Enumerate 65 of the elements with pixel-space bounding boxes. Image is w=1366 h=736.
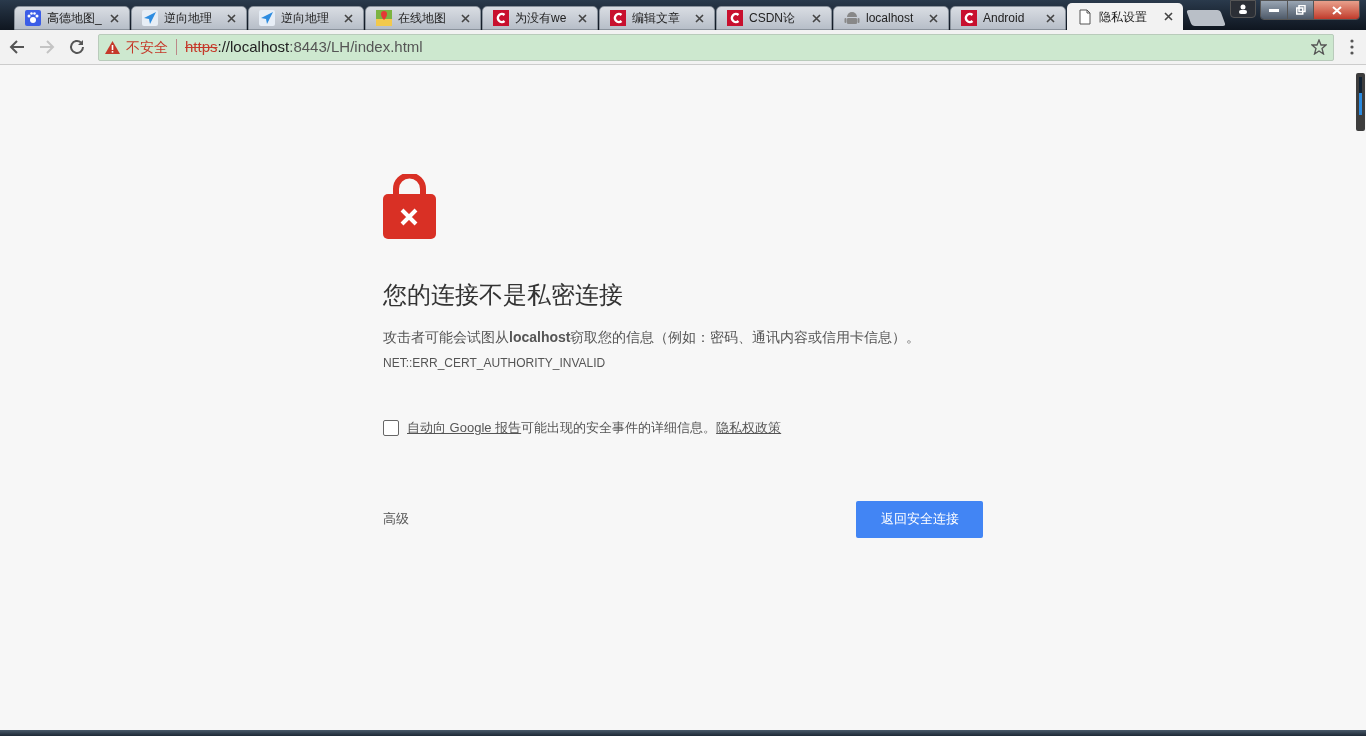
tab-title: localhost — [866, 10, 915, 27]
close-tab-icon[interactable] — [1164, 12, 1173, 21]
star-icon[interactable] — [1311, 39, 1327, 55]
browser-tab[interactable]: 隐私设置 — [1067, 3, 1183, 30]
arrow-icon — [259, 10, 275, 26]
tab-title: 隐私设置 — [1099, 8, 1148, 26]
minimize-button[interactable] — [1261, 1, 1287, 19]
report-checkbox[interactable] — [383, 419, 399, 436]
close-tab-icon[interactable] — [110, 13, 119, 23]
tab-title: 编辑文章 — [632, 10, 681, 27]
page-icon — [1077, 8, 1093, 25]
browser-tab[interactable]: Android — [950, 6, 1066, 30]
paw-icon — [25, 10, 41, 26]
close-tab-icon[interactable] — [227, 13, 236, 23]
close-icon — [1331, 5, 1342, 15]
tab-title: CSDN论 — [749, 10, 796, 27]
warning-icon — [105, 40, 120, 54]
browser-tab[interactable]: 在线地图 — [365, 6, 481, 30]
profile-button[interactable] — [1230, 0, 1256, 18]
close-tab-icon[interactable] — [929, 13, 938, 23]
new-tab-button[interactable] — [1186, 10, 1226, 26]
restore-icon — [1295, 5, 1306, 15]
error-message: 攻击者可能会试图从localhost窃取您的信息（例如：密码、通讯内容或信用卡信息）。 — [383, 328, 922, 347]
browser-tab[interactable]: 逆向地理 — [131, 6, 247, 30]
back-to-safety-button[interactable]: 返回安全连接 — [856, 500, 983, 538]
privacy-policy-link[interactable]: 隐私权政策 — [716, 418, 782, 438]
tab-title: 为没有we — [515, 10, 568, 27]
lock-error-icon — [383, 174, 436, 239]
address-bar[interactable]: 不安全 https://localhost:8443/LH/index.html — [98, 33, 1334, 61]
person-icon — [1238, 4, 1248, 14]
robot-icon — [844, 10, 860, 26]
security-label[interactable]: 不安全 — [126, 36, 168, 58]
c-logo-icon — [610, 10, 626, 26]
close-tab-icon[interactable] — [1046, 13, 1055, 23]
c-logo-icon — [493, 10, 509, 26]
browser-tab[interactable]: 高德地图_ — [14, 6, 130, 30]
close-tab-icon[interactable] — [344, 13, 353, 23]
browser-tab[interactable]: 逆向地理 — [248, 6, 364, 30]
map-icon — [376, 10, 392, 26]
report-text: 可能出现的安全事件的详细信息。 — [521, 419, 717, 437]
c-logo-icon — [727, 10, 743, 26]
restore-button[interactable] — [1287, 1, 1313, 19]
close-button[interactable] — [1313, 1, 1359, 19]
close-tab-icon[interactable] — [812, 13, 821, 23]
tab-title: 逆向地理 — [281, 10, 330, 27]
error-heading: 您的连接不是私密连接 — [383, 280, 624, 310]
tab-title: 高德地图_ — [47, 10, 103, 27]
close-tab-icon[interactable] — [578, 13, 587, 23]
advanced-link[interactable]: 高级 — [383, 509, 409, 529]
report-link[interactable]: 自动向 Google 报告 — [407, 418, 522, 438]
c-logo-icon — [961, 10, 977, 26]
browser-tab[interactable]: 为没有we — [482, 6, 598, 30]
minimize-icon — [1269, 8, 1279, 12]
browser-tab[interactable]: localhost — [833, 6, 949, 30]
tab-title: 逆向地理 — [164, 10, 213, 27]
meter-widget-icon — [1356, 73, 1365, 131]
url-text: https://localhost:8443/LH/index.html — [185, 36, 423, 57]
close-tab-icon[interactable] — [461, 13, 470, 23]
tab-title: Android — [983, 10, 1026, 27]
browser-tab[interactable]: 编辑文章 — [599, 6, 715, 30]
tab-title: 在线地图 — [398, 10, 447, 27]
arrow-icon — [142, 10, 158, 26]
close-tab-icon[interactable] — [695, 13, 704, 23]
browser-tab[interactable]: CSDN论 — [716, 6, 832, 30]
error-code: NET::ERR_CERT_AUTHORITY_INVALID — [383, 355, 607, 372]
